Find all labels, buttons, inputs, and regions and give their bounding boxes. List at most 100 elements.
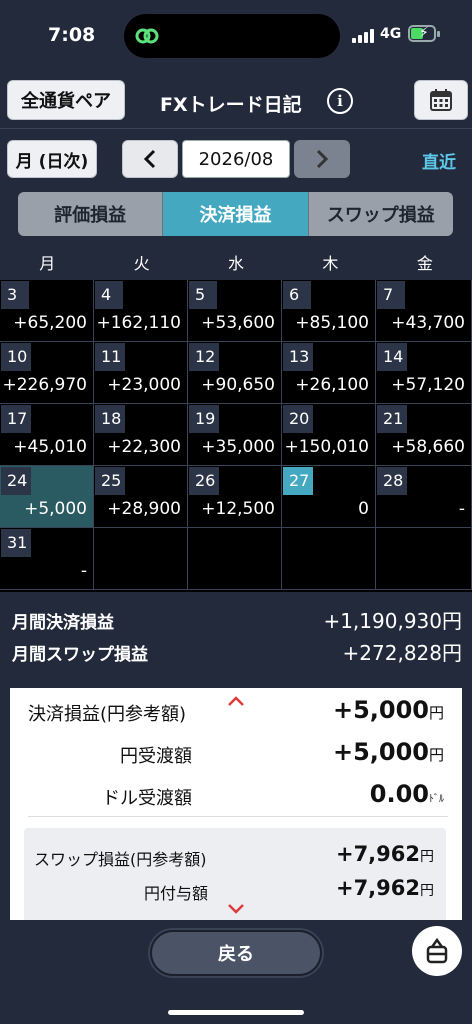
detail-swap-value: +7,962円 [335, 842, 434, 866]
calendar-day-value: +26,100 [295, 375, 369, 395]
currency-pair-button[interactable]: 全通貨ペア [7, 80, 125, 120]
calendar-day-value: +226,970 [2, 375, 87, 395]
calendar-day-number: 4 [95, 281, 123, 309]
calendar-empty-cell [188, 528, 282, 590]
calendar-day-cell[interactable]: 21 +58,660 [376, 404, 472, 466]
chevron-down-icon[interactable] [226, 902, 246, 916]
calendar-day-cell[interactable]: 20 +150,010 [282, 404, 376, 466]
calendar-day-cell[interactable]: 18 +22,300 [94, 404, 188, 466]
calendar-day-value: +35,000 [201, 437, 275, 457]
view-mode-button[interactable]: 月 (日次) [7, 140, 97, 178]
monthly-swap-label: 月間スワップ損益 [12, 645, 148, 665]
menu-fab-button[interactable] [412, 926, 462, 976]
menu-icon [426, 937, 448, 964]
calendar-empty-cell [282, 528, 376, 590]
dynamic-island [124, 14, 340, 58]
calendar-day-number: 27 [283, 467, 314, 495]
latest-link[interactable]: 直近 [422, 148, 456, 173]
calendar-day-number: 19 [189, 405, 220, 433]
weekday-label: 金 [416, 254, 433, 273]
battery-icon: ⚡ [408, 25, 436, 42]
calendar-day-value: +22,300 [107, 437, 181, 457]
calendar-day-number: 25 [95, 467, 126, 495]
monthly-settled-value: +1,190,930円 [323, 609, 462, 633]
calendar-day-cell[interactable]: 5 +53,600 [188, 280, 282, 342]
calendar-day-number: 21 [377, 405, 408, 433]
tab-settled[interactable]: 決済損益 [162, 192, 308, 236]
calendar-day-cell[interactable]: 11 +23,000 [94, 342, 188, 404]
calendar-button[interactable] [414, 80, 468, 120]
calendar-day-number: 26 [189, 467, 220, 495]
pl-type-tabs: 評価損益 決済損益 スワップ損益 [18, 192, 453, 236]
calendar-day-cell[interactable]: 17 +45,010 [0, 404, 94, 466]
calendar-day-cell[interactable]: 26 +12,500 [188, 466, 282, 528]
calendar-day-value: +150,010 [284, 437, 369, 457]
calendar-day-value: +85,100 [295, 313, 369, 333]
calendar-day-value: +12,500 [201, 499, 275, 519]
calendar-day-cell[interactable]: 19 +35,000 [188, 404, 282, 466]
calendar-day-number: 17 [1, 405, 32, 433]
calendar-day-cell[interactable]: 12 +90,650 [188, 342, 282, 404]
calendar-day-value: +65,200 [13, 313, 87, 333]
calendar-day-number: 10 [1, 343, 32, 371]
tab-unrealized[interactable]: 評価損益 [18, 192, 162, 236]
day-detail-panel: 決済損益(円参考額) +5,000円 円受渡額 +5,000円 ドル受渡額 0.… [10, 688, 462, 920]
detail-yen-value: +5,000円 [332, 738, 444, 766]
info-icon[interactable]: i [327, 88, 353, 114]
calendar-day-cell[interactable]: 13 +26,100 [282, 342, 376, 404]
footer-bar: 戻る [0, 920, 472, 1024]
monthly-totals: 月間決済損益 +1,190,930円 月間スワップ損益 +272,828円 [0, 596, 472, 676]
status-time: 7:08 [48, 24, 96, 46]
detail-swap-yen-label: 円付与額 [144, 884, 209, 903]
weekday-header: 月 火 水 木 金 [0, 248, 472, 280]
calendar-grid: 3 +65,200 4 +162,110 5 +53,600 6 +85,100 7 +43,70… [0, 280, 472, 592]
calendar-day-number: 7 [377, 281, 405, 309]
detail-usd-label: ドル受渡額 [102, 788, 192, 809]
link-app-icon [135, 28, 159, 44]
prev-month-button[interactable] [122, 140, 178, 178]
current-month[interactable]: 2026/08 [182, 140, 290, 178]
calendar-day-cell[interactable]: 7 +43,700 [376, 280, 472, 342]
monthly-swap-value: +272,828円 [342, 641, 462, 665]
calendar-day-cell[interactable]: 4 +162,110 [94, 280, 188, 342]
chevron-left-icon [143, 149, 156, 169]
weekday-label: 月 [39, 254, 56, 273]
tab-swap[interactable]: スワップ損益 [307, 192, 453, 236]
calendar-day-number: 11 [95, 343, 126, 371]
calendar-day-value: +57,120 [391, 375, 465, 395]
detail-settled-label: 決済損益(円参考額) [28, 704, 187, 725]
calendar-day-value: - [80, 561, 87, 581]
calendar-day-number: 31 [1, 529, 32, 557]
calendar-day-cell[interactable]: 6 +85,100 [282, 280, 376, 342]
calendar-day-number: 28 [377, 467, 408, 495]
calendar-day-cell[interactable]: 25 +28,900 [94, 466, 188, 528]
calendar-day-cell[interactable]: 24 +5,000 [0, 466, 94, 528]
calendar-day-value: +45,010 [13, 437, 87, 457]
calendar-day-cell[interactable]: 14 +57,120 [376, 342, 472, 404]
calendar-day-cell[interactable]: 28 - [376, 466, 472, 528]
weekday-label: 木 [322, 254, 339, 273]
home-indicator [168, 1010, 304, 1015]
calendar-day-number: 24 [1, 467, 32, 495]
back-button[interactable]: 戻る [150, 930, 322, 976]
calendar-day-number: 12 [189, 343, 220, 371]
calendar-day-value: +23,000 [107, 375, 181, 395]
calendar-day-cell[interactable]: 31 - [0, 528, 94, 590]
calendar-day-cell[interactable]: 27 0 [282, 466, 376, 528]
chevron-right-icon [316, 149, 329, 169]
detail-yen-label: 円受渡額 [120, 746, 192, 767]
calendar-day-number: 6 [283, 281, 311, 309]
detail-settled-value: +5,000円 [332, 696, 444, 724]
detail-divider [28, 816, 448, 817]
detail-swap-yen-value: +7,962円 [335, 876, 434, 900]
calendar-day-value: +5,000 [24, 499, 87, 519]
calendar-day-cell[interactable]: 10 +226,970 [0, 342, 94, 404]
calendar-day-number: 5 [189, 281, 217, 309]
detail-swap-label: スワップ損益(円参考額) [34, 850, 207, 869]
calendar-day-cell[interactable]: 3 +65,200 [0, 280, 94, 342]
network-label: 4G [380, 26, 402, 42]
calendar-day-number: 18 [95, 405, 126, 433]
next-month-button[interactable] [294, 140, 350, 178]
calendar-day-value: +58,660 [391, 437, 465, 457]
calendar-icon [430, 89, 452, 111]
